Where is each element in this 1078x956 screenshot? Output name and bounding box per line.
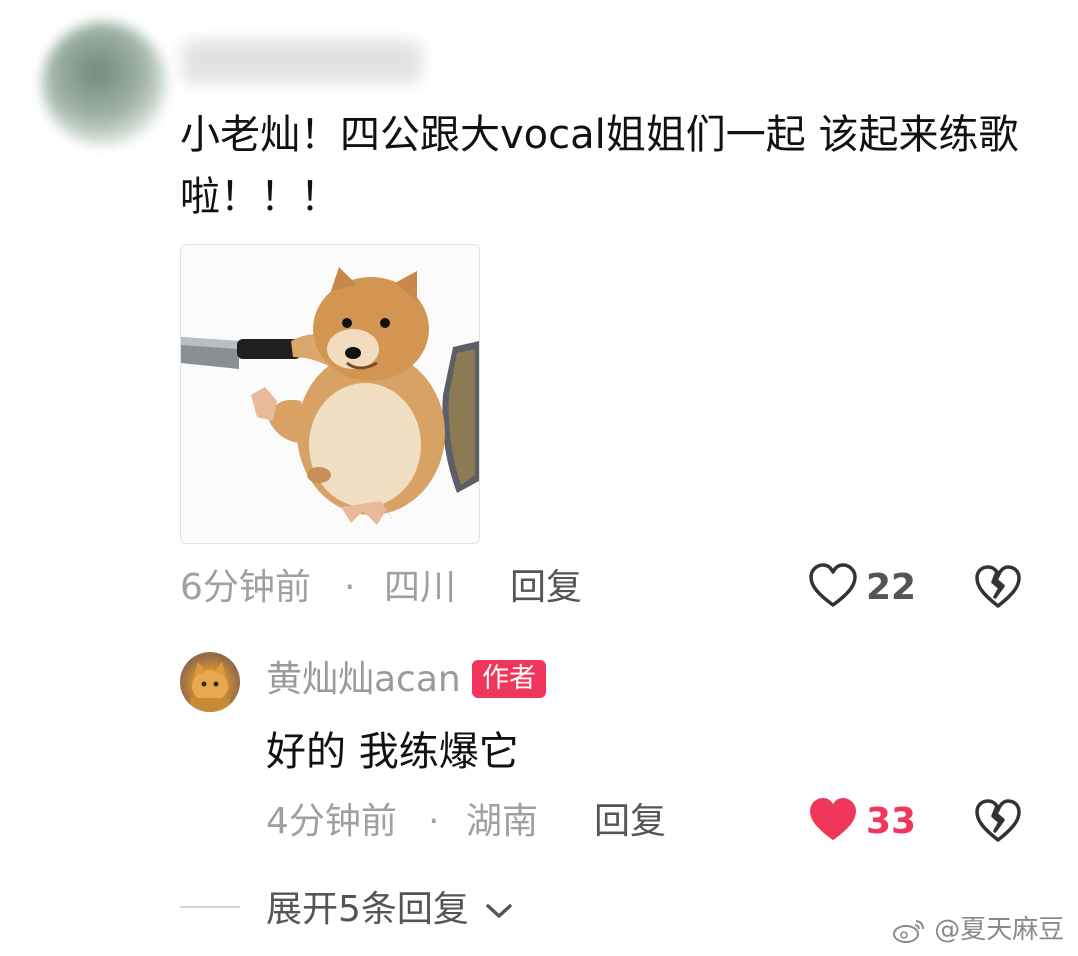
reply-time: 4分钟前 bbox=[266, 801, 397, 842]
heart-outline-icon[interactable] bbox=[808, 562, 858, 610]
reply-avatar[interactable] bbox=[180, 652, 240, 712]
doge-knife-shield-sticker bbox=[181, 267, 479, 525]
comment-text: 小老灿！四公跟大vocal姐姐们一起 该起来练歌啦！！！ bbox=[180, 112, 1019, 220]
comment-location: 四川 bbox=[384, 567, 457, 608]
comment-meta-dot: · bbox=[344, 567, 356, 608]
commenter-avatar[interactable] bbox=[42, 22, 166, 146]
chevron-down-icon bbox=[486, 904, 513, 918]
reply-username[interactable]: 黄灿灿acan bbox=[266, 656, 461, 704]
reply-location: 湖南 bbox=[466, 801, 539, 842]
reply-meta-dot: · bbox=[428, 801, 440, 842]
reply-reply-button[interactable]: 回复 bbox=[594, 798, 666, 846]
expand-replies-label: 展开5条回复 bbox=[266, 889, 469, 930]
author-badge: 作者 bbox=[472, 660, 546, 698]
reply-like-count: 33 bbox=[866, 801, 917, 842]
broken-heart-icon[interactable] bbox=[974, 798, 1022, 844]
broken-heart-icon[interactable] bbox=[974, 564, 1022, 610]
expand-divider bbox=[180, 906, 240, 908]
comment-reply-button[interactable]: 回复 bbox=[510, 564, 582, 612]
expand-replies-button[interactable]: 展开5条回复 bbox=[266, 886, 514, 934]
weibo-watermark: @夏天麻豆 bbox=[892, 912, 1064, 948]
reply-text: 好的 我练爆它 bbox=[266, 729, 519, 775]
weibo-logo-icon bbox=[893, 919, 924, 943]
comment-sticker-image[interactable] bbox=[180, 244, 480, 544]
commenter-name-blurred[interactable] bbox=[182, 40, 422, 84]
comment-time: 6分钟前 bbox=[180, 567, 311, 608]
watermark-text: @夏天麻豆 bbox=[934, 915, 1065, 945]
heart-filled-icon[interactable] bbox=[808, 796, 858, 844]
comment-like-count: 22 bbox=[866, 567, 917, 608]
